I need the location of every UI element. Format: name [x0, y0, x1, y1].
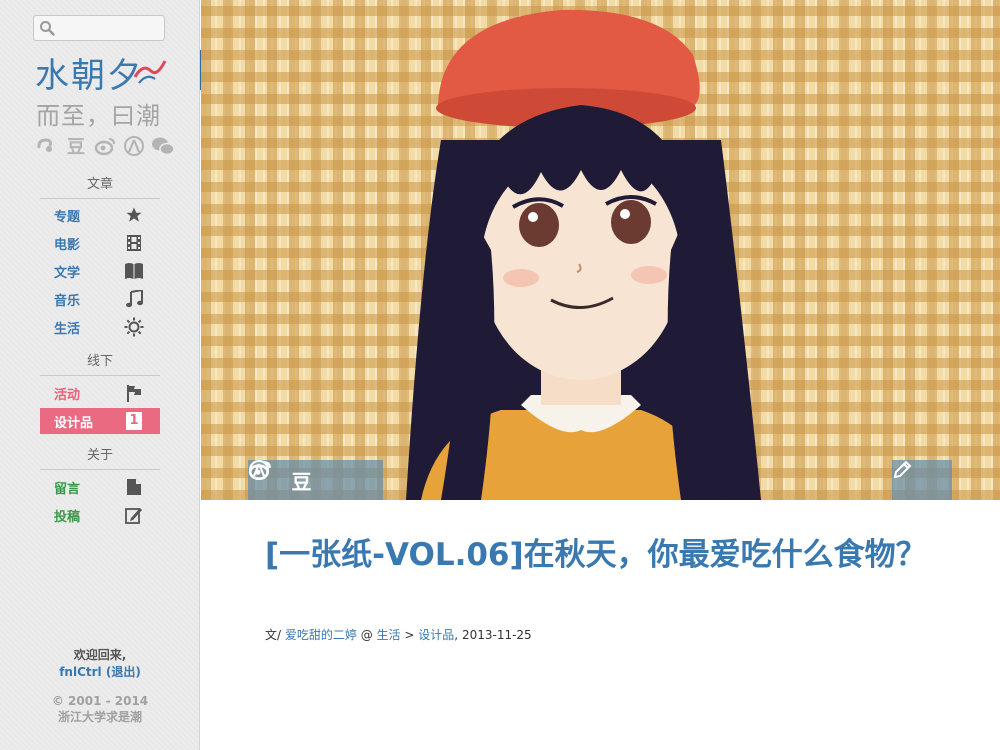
- weibo-icon[interactable]: [92, 135, 118, 157]
- sidebar-item-label: 设计品: [54, 415, 94, 431]
- document-icon: [124, 477, 144, 497]
- sidebar-social-links: 豆: [34, 135, 176, 158]
- flag-icon: [124, 383, 144, 403]
- music-icon: [124, 289, 144, 309]
- site-logo-title[interactable]: 水朝夕: [35, 48, 143, 97]
- author-link[interactable]: 爱吃甜的二婷: [285, 628, 357, 642]
- article-title: [一张纸-VOL.06]在秋天，你最爱吃什么食物？: [265, 537, 927, 573]
- copyright-org: 浙江大学求是潮: [57, 710, 142, 724]
- sidebar-item-label: 专题: [54, 209, 81, 225]
- sidebar-item-design[interactable]: 设计品 1: [40, 408, 160, 434]
- badge-one-icon: 1: [124, 411, 144, 431]
- edit-icon: [124, 505, 144, 525]
- subcategory-link[interactable]: 设计品: [418, 628, 454, 642]
- sidebar-item-life[interactable]: 生活: [40, 314, 160, 340]
- sidebar-item-submit[interactable]: 投稿: [40, 502, 160, 528]
- section-heading-about: 关于: [40, 444, 160, 470]
- sidebar-item-label: 留言: [54, 481, 81, 497]
- sidebar-item-label: 活动: [54, 387, 81, 403]
- sidebar-item-literature[interactable]: 文学: [40, 258, 160, 284]
- share-bar: 豆: [248, 460, 383, 500]
- meta-date-separator: ,: [454, 628, 459, 642]
- hero-illustration: 豆: [201, 0, 1000, 500]
- sidebar-item-guestbook[interactable]: 留言: [40, 474, 160, 500]
- search-icon: [40, 21, 55, 36]
- wechat-icon[interactable]: [150, 135, 176, 157]
- sidebar-item-music[interactable]: 音乐: [40, 286, 160, 312]
- sidebar: 水朝夕 而至，曰潮 豆 文章 专题 电影 文学 音乐 生活 线下 活动 设计品 …: [0, 0, 200, 750]
- username-link[interactable]: fnlCtrl: [59, 665, 101, 679]
- section-heading-offline: 线下: [40, 350, 160, 376]
- pencil-icon: [893, 460, 912, 479]
- site-tagline: 而至，曰潮: [36, 102, 161, 130]
- sun-icon: [124, 317, 144, 337]
- welcome-text: 欢迎回来,: [73, 648, 127, 662]
- book-icon: [124, 261, 144, 281]
- sidebar-item-topics[interactable]: 专题: [40, 202, 160, 228]
- douban-share-icon[interactable]: 豆: [292, 466, 312, 495]
- sidebar-item-label: 电影: [54, 237, 81, 253]
- renren-icon[interactable]: [121, 135, 147, 157]
- meta-at: @: [360, 628, 373, 642]
- sidebar-item-events[interactable]: 活动: [40, 380, 160, 406]
- post-date: 2013-11-25: [461, 628, 532, 642]
- category-link[interactable]: 生活: [377, 628, 401, 642]
- welcome-block: 欢迎回来, fnlCtrl (退出): [0, 647, 200, 681]
- film-icon: [124, 233, 144, 253]
- badge-count: 1: [126, 412, 142, 430]
- illustration-girl: [406, 9, 761, 500]
- qq-icon[interactable]: [34, 135, 60, 157]
- meta-separator: >: [404, 628, 415, 642]
- sidebar-item-label: 音乐: [54, 293, 81, 309]
- article-meta: 文/ 爱吃甜的二婷 @ 生活 > 设计品, 2013-11-25: [265, 626, 532, 643]
- sidebar-item-label: 文学: [54, 265, 81, 281]
- logout-link[interactable]: (退出): [106, 665, 141, 679]
- copyright-years: © 2001 - 2014: [51, 694, 149, 708]
- search-input[interactable]: [33, 15, 165, 41]
- meta-prefix: 文/: [265, 628, 282, 642]
- sidebar-item-label: 生活: [54, 321, 81, 337]
- edit-post-button[interactable]: [892, 460, 952, 500]
- sidebar-item-movies[interactable]: 电影: [40, 230, 160, 256]
- section-heading-articles: 文章: [40, 173, 160, 199]
- douban-icon[interactable]: 豆: [63, 135, 89, 158]
- copyright-block: © 2001 - 2014 浙江大学求是潮: [0, 693, 200, 725]
- star-icon: [124, 205, 144, 225]
- logo-wave-icon: [133, 60, 167, 84]
- sidebar-item-label: 投稿: [54, 509, 81, 525]
